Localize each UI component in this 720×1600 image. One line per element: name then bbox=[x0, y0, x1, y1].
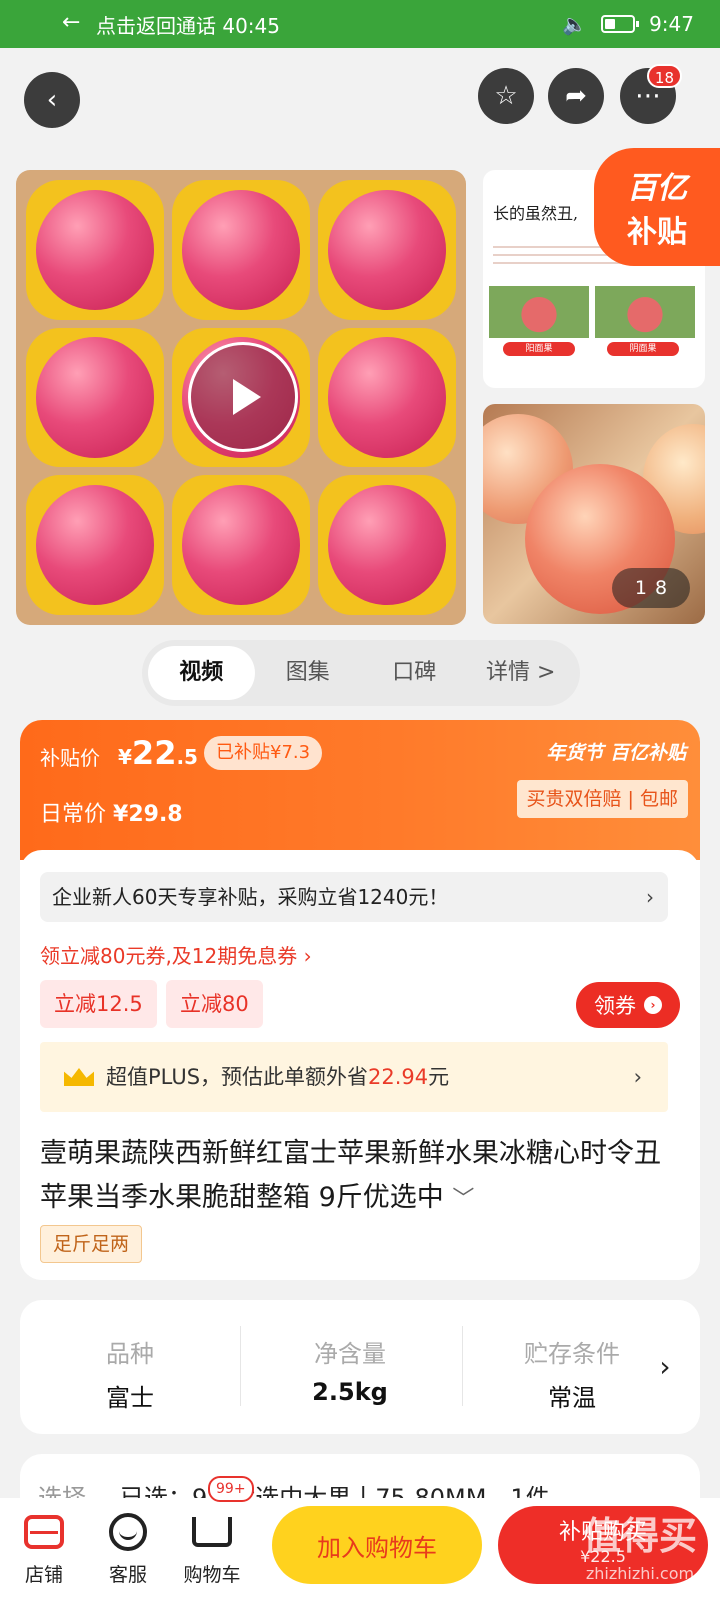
tab-details[interactable]: 详情 > bbox=[468, 646, 575, 700]
get-coupon-button[interactable]: 领券 › bbox=[576, 982, 680, 1028]
product-title[interactable]: 壹萌果蔬陕西新鲜红富士苹果新鲜水果冰糖心时令丑苹果当季水果脆甜整箱 9斤优选中 … bbox=[40, 1132, 680, 1222]
spec-variety: 品种 富士 bbox=[106, 1340, 154, 1412]
price-header: 补贴价 ¥22.5 已补贴¥7.3 日常价 ¥29.8 年货节 百亿补贴 买贵双… bbox=[20, 720, 700, 860]
discount-chip[interactable]: 立减80 bbox=[166, 980, 263, 1028]
share-button[interactable]: ➦ bbox=[548, 68, 604, 124]
cart-button[interactable]: 购物车 bbox=[174, 1510, 250, 1587]
shop-icon bbox=[24, 1515, 64, 1549]
thumbnail-tag: 阴面果 bbox=[607, 342, 679, 356]
billion-subsidy-badge: 百亿 补贴 bbox=[594, 148, 720, 266]
back-to-call-text[interactable]: 点击返回通话 40:45 bbox=[96, 10, 280, 39]
enterprise-subsidy-row[interactable]: 企业新人60天专享补贴，采购立省1240元！ › bbox=[40, 872, 668, 922]
thumbnail-tag: 阳面果 bbox=[503, 342, 575, 356]
specs-card[interactable]: 品种 富士 净含量 2.5kg 贮存条件 常温 › bbox=[20, 1300, 700, 1434]
watermark: 值得买 zhizhizhi.com bbox=[582, 1514, 697, 1583]
spec-net-weight: 净含量 2.5kg bbox=[312, 1340, 388, 1406]
main-product-video[interactable] bbox=[16, 170, 466, 625]
status-icons: 🔈 9:47 bbox=[562, 12, 694, 36]
customer-service-icon bbox=[109, 1513, 147, 1551]
promo-section: 企业新人60天专享补贴，采购立省1240元！ › 领立减80元券,及12期免息券… bbox=[20, 850, 700, 1280]
coupon-offer-link[interactable]: 领立减80元券,及12期免息券 › bbox=[40, 940, 312, 969]
price-card: 补贴价 ¥22.5 已补贴¥7.3 日常价 ¥29.8 年货节 百亿补贴 买贵双… bbox=[20, 720, 700, 1280]
top-nav: ‹ ☆ ➦ ⋯ 18 bbox=[0, 64, 720, 128]
more-menu-button[interactable]: ⋯ 18 bbox=[620, 64, 682, 124]
subsidy-price: ¥22.5 bbox=[118, 734, 198, 772]
chevron-left-icon: ‹ bbox=[46, 85, 58, 115]
battery-icon bbox=[601, 15, 640, 33]
guarantee-badge: 买贵双倍赔 | 包邮 bbox=[516, 780, 688, 818]
star-icon: ☆ bbox=[494, 81, 518, 111]
status-bar: ← 点击返回通话 40:45 🔈 9:47 bbox=[0, 0, 720, 48]
cart-count-badge: 99+ bbox=[208, 1476, 254, 1502]
message-count-badge: 18 bbox=[646, 64, 682, 88]
tab-reviews[interactable]: 口碑 bbox=[361, 646, 468, 700]
arrow-right-icon: › bbox=[644, 996, 662, 1014]
sunny-side-apple-image bbox=[489, 286, 589, 338]
chevron-right-icon[interactable]: › bbox=[630, 1300, 700, 1434]
shop-button[interactable]: 店铺 bbox=[6, 1510, 82, 1587]
plus-savings-row[interactable]: 超值PLUS，预估此单额外省22.94元 › bbox=[40, 1042, 668, 1112]
clock: 9:47 bbox=[649, 12, 694, 36]
favorite-button[interactable]: ☆ bbox=[478, 68, 534, 124]
share-icon: ➦ bbox=[565, 81, 587, 111]
billion-subsidy-link[interactable]: 年货节 百亿补贴 bbox=[546, 738, 686, 765]
chevron-down-icon[interactable]: ﹀ bbox=[452, 1187, 474, 1212]
add-to-cart-button[interactable]: 加入购物车 bbox=[272, 1506, 482, 1584]
cart-icon bbox=[192, 1517, 232, 1547]
customer-service-button[interactable]: 客服 bbox=[90, 1510, 166, 1587]
tab-video[interactable]: 视频 bbox=[148, 646, 255, 700]
discount-chip[interactable]: 立减12.5 bbox=[40, 980, 157, 1028]
chevron-right-icon: › bbox=[646, 885, 654, 909]
tab-gallery[interactable]: 图集 bbox=[255, 646, 362, 700]
play-video-icon[interactable] bbox=[188, 342, 298, 452]
image-counter: 1 8 bbox=[612, 568, 690, 608]
daily-price: 日常价 ¥29.8 bbox=[40, 802, 183, 827]
back-button[interactable]: ‹ bbox=[24, 72, 80, 128]
media-tabs: 视频 图集 口碑 详情 > bbox=[142, 640, 580, 706]
weight-guarantee-tag: 足斤足两 bbox=[40, 1225, 143, 1263]
subsidy-price-label: 补贴价 bbox=[40, 746, 100, 770]
volume-icon: 🔈 bbox=[562, 12, 588, 36]
thumbnail-text: 长的虽然丑, bbox=[493, 204, 579, 223]
back-to-call-arrow-icon[interactable]: ← bbox=[62, 10, 80, 35]
shady-side-apple-image bbox=[595, 286, 695, 338]
crown-icon bbox=[64, 1068, 94, 1086]
already-subsidized-tag: 已补贴¥7.3 bbox=[204, 736, 323, 770]
chevron-right-icon: › bbox=[633, 1065, 642, 1089]
